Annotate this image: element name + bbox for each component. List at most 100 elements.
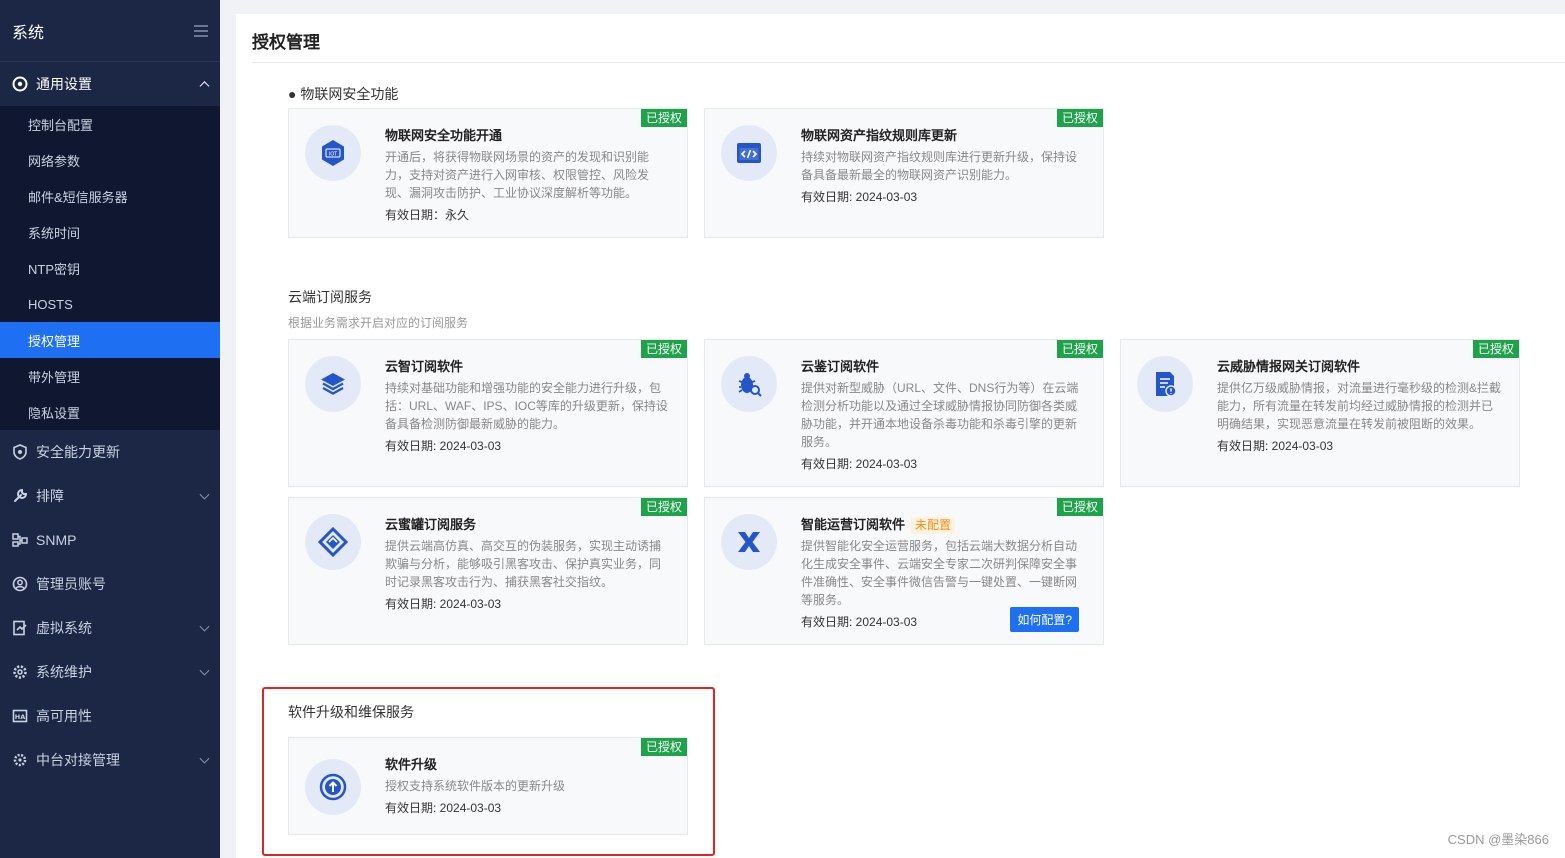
sidebar-group-label: 安全能力更新 bbox=[36, 444, 120, 460]
sidebar: 系统 通用设置 控制台配置 网络参数 邮件&短信服务器 系统时间 NTP密钥 H… bbox=[0, 0, 220, 858]
layers-icon bbox=[305, 356, 361, 412]
sidebar-group-snmp[interactable]: SNMP bbox=[0, 518, 220, 562]
svg-text:IOT: IOT bbox=[329, 152, 338, 158]
wrench-icon bbox=[12, 488, 28, 504]
sidebar-item-mail-sms-server[interactable]: 邮件&短信服务器 bbox=[0, 178, 220, 214]
sidebar-item-license-management[interactable]: 授权管理 bbox=[0, 322, 220, 358]
date-value: 2024-03-03 bbox=[855, 457, 918, 471]
license-card-smart-ops: 已授权 智能运营订阅软件 未配置 提供智能化安全运营服务，包括云端大数据分析自动化… bbox=[704, 497, 1104, 645]
status-badge: 已授权 bbox=[1056, 109, 1103, 127]
status-tag-unconfigured: 未配置 bbox=[911, 516, 956, 534]
license-card-cloud-detect: 已授权 云鉴订阅软件 提供对新型威胁（URL、文件、DNS行为等）在云端检测分析… bbox=[704, 339, 1104, 487]
bug-search-icon bbox=[721, 356, 777, 412]
date-label: 有效日期: bbox=[801, 190, 856, 204]
chevron-down-icon bbox=[199, 621, 210, 632]
sidebar-group-label: 高可用性 bbox=[36, 708, 92, 724]
ha-icon: HA bbox=[12, 708, 28, 724]
sidebar-group-troubleshoot[interactable]: 排障 bbox=[0, 474, 220, 518]
settings-hex-icon bbox=[12, 76, 28, 92]
user-circle-icon bbox=[12, 576, 28, 592]
cog-cluster-icon bbox=[12, 752, 28, 768]
sidebar-item-privacy[interactable]: 隐私设置 bbox=[0, 394, 220, 430]
card-title: 物联网资产指纹规则库更新 bbox=[801, 128, 958, 143]
svg-text:HA: HA bbox=[15, 713, 25, 721]
iot-icon: IOT bbox=[305, 125, 361, 181]
date-value: 2024-03-03 bbox=[855, 190, 918, 204]
sidebar-item-ntp-key[interactable]: NTP密钥 bbox=[0, 250, 220, 286]
card-title: 云蜜罐订阅服务 bbox=[385, 517, 477, 532]
chevron-down-icon bbox=[199, 753, 210, 764]
date-label: 有效日期: bbox=[385, 439, 440, 453]
chevron-down-icon bbox=[199, 665, 210, 676]
card-description: 持续对物联网资产指纹规则库进行更新升级，保持设备具备最新最全的物联网资产识别能力… bbox=[801, 150, 1078, 182]
section-title-iot: ● 物联网安全功能 bbox=[288, 86, 399, 102]
card-valid-date: 有效日期: 2024-03-03 bbox=[1217, 437, 1501, 455]
section-title-cloud: 云端订阅服务 bbox=[288, 289, 372, 305]
sidebar-item-console-config[interactable]: 控制台配置 bbox=[0, 106, 220, 142]
date-label: 有效日期: bbox=[801, 457, 856, 471]
sidebar-group-midplatform[interactable]: 中台对接管理 bbox=[0, 738, 220, 782]
card-description: 提供云端高仿真、高交互的伪装服务，实现主动诱捕欺骗与分析，能够吸引黑客攻击、保护… bbox=[385, 539, 662, 589]
date-label: 有效日期: bbox=[385, 597, 440, 611]
sidebar-group-label: 虚拟系统 bbox=[36, 620, 92, 636]
highlight-box bbox=[262, 687, 715, 856]
status-badge: 已授权 bbox=[640, 109, 687, 127]
card-valid-date: 有效日期：永久 bbox=[385, 206, 669, 224]
chevron-down-icon bbox=[199, 489, 210, 500]
sidebar-group-virtual-system[interactable]: 虚拟系统 bbox=[0, 606, 220, 650]
virtual-system-icon bbox=[12, 620, 28, 636]
how-to-configure-button[interactable]: 如何配置? bbox=[1010, 607, 1079, 632]
sidebar-group-label: 管理员账号 bbox=[36, 576, 106, 592]
sidebar-group-label: 系统维护 bbox=[36, 664, 92, 680]
card-title: 物联网安全功能开通 bbox=[385, 128, 503, 143]
status-badge: 已授权 bbox=[1472, 340, 1519, 358]
sidebar-item-network-params[interactable]: 网络参数 bbox=[0, 142, 220, 178]
card-title: 云威胁情报网关订阅软件 bbox=[1217, 359, 1361, 374]
card-description: 提供智能化安全运营服务，包括云端大数据分析自动化生成安全事件、云端安全专家二次研… bbox=[801, 539, 1078, 607]
sidebar-submenu: 控制台配置 网络参数 邮件&短信服务器 系统时间 NTP密钥 HOSTS 授权管… bbox=[0, 106, 220, 430]
card-title: 智能运营订阅软件 未配置 bbox=[801, 516, 1085, 534]
date-value: 2024-03-03 bbox=[439, 439, 502, 453]
code-window-icon bbox=[721, 125, 777, 181]
honeypot-icon bbox=[305, 514, 361, 570]
chevron-up-icon bbox=[199, 81, 210, 92]
date-value: 2024-03-03 bbox=[855, 615, 918, 629]
card-description: 持续对基础功能和增强功能的安全能力进行升级，包括：URL、WAF、IPS、IOC… bbox=[385, 381, 668, 431]
network-icon bbox=[12, 532, 28, 548]
card-valid-date: 有效日期: 2024-03-03 bbox=[385, 437, 669, 455]
gear-icon bbox=[12, 664, 28, 680]
card-title-text: 智能运营订阅软件 bbox=[801, 517, 906, 532]
shield-icon bbox=[12, 444, 28, 460]
date-value: 2024-03-03 bbox=[1271, 439, 1334, 453]
status-badge: 已授权 bbox=[1056, 498, 1103, 516]
sidebar-group-system-maintenance[interactable]: 系统维护 bbox=[0, 650, 220, 694]
sidebar-group-label: 通用设置 bbox=[36, 76, 92, 92]
date-label: 有效日期: bbox=[801, 615, 856, 629]
card-title: 云智订阅软件 bbox=[385, 359, 464, 374]
collapse-menu-icon[interactable] bbox=[194, 24, 208, 37]
sidebar-title: 系统 bbox=[12, 24, 45, 42]
card-valid-date: 有效日期: 2024-03-03 bbox=[801, 455, 1085, 473]
sidebar-group-general-settings[interactable]: 通用设置 bbox=[0, 62, 220, 106]
license-card-iot-fingerprint: 已授权 物联网资产指纹规则库更新 持续对物联网资产指纹规则库进行更新升级，保持设… bbox=[704, 108, 1104, 238]
sidebar-item-hosts[interactable]: HOSTS bbox=[0, 286, 220, 322]
watermark: CSDN @墨染866 bbox=[1447, 832, 1549, 847]
date-label: 有效日期： bbox=[385, 208, 446, 222]
sidebar-group-high-availability[interactable]: HA 高可用性 bbox=[0, 694, 220, 738]
card-description: 提供对新型威胁（URL、文件、DNS行为等）在云端检测分析功能以及通过全球威胁情… bbox=[801, 381, 1079, 449]
sidebar-group-security-update[interactable]: 安全能力更新 bbox=[0, 430, 220, 474]
card-description: 提供亿万级威胁情报，对流量进行毫秒级的检测&拦截能力，所有流量在转发前均经过威胁… bbox=[1217, 381, 1502, 431]
license-card-cloud-threat-intel: 已授权 云威胁情报网关订阅软件 提供亿万级威胁情报，对流量进行毫秒级的检测&拦截… bbox=[1120, 339, 1520, 487]
section-desc-cloud: 根据业务需求开启对应的订阅服务 bbox=[288, 316, 469, 330]
status-badge: 已授权 bbox=[640, 340, 687, 358]
sidebar-item-system-time[interactable]: 系统时间 bbox=[0, 214, 220, 250]
title-divider bbox=[252, 62, 1565, 63]
license-card-iot-security: 已授权 IOT 物联网安全功能开通 开通后，将获得物联网场景的资产的发现和识别能… bbox=[288, 108, 688, 238]
date-value: 永久 bbox=[445, 208, 470, 222]
sidebar-item-out-of-band[interactable]: 带外管理 bbox=[0, 358, 220, 394]
date-label: 有效日期: bbox=[1217, 439, 1272, 453]
sidebar-group-admin-account[interactable]: 管理员账号 bbox=[0, 562, 220, 606]
card-description: 开通后，将获得物联网场景的资产的发现和识别能力，支持对资产进行入网审核、权限管控… bbox=[385, 150, 650, 200]
card-valid-date: 有效日期: 2024-03-03 bbox=[801, 188, 1085, 206]
status-badge: 已授权 bbox=[1056, 340, 1103, 358]
